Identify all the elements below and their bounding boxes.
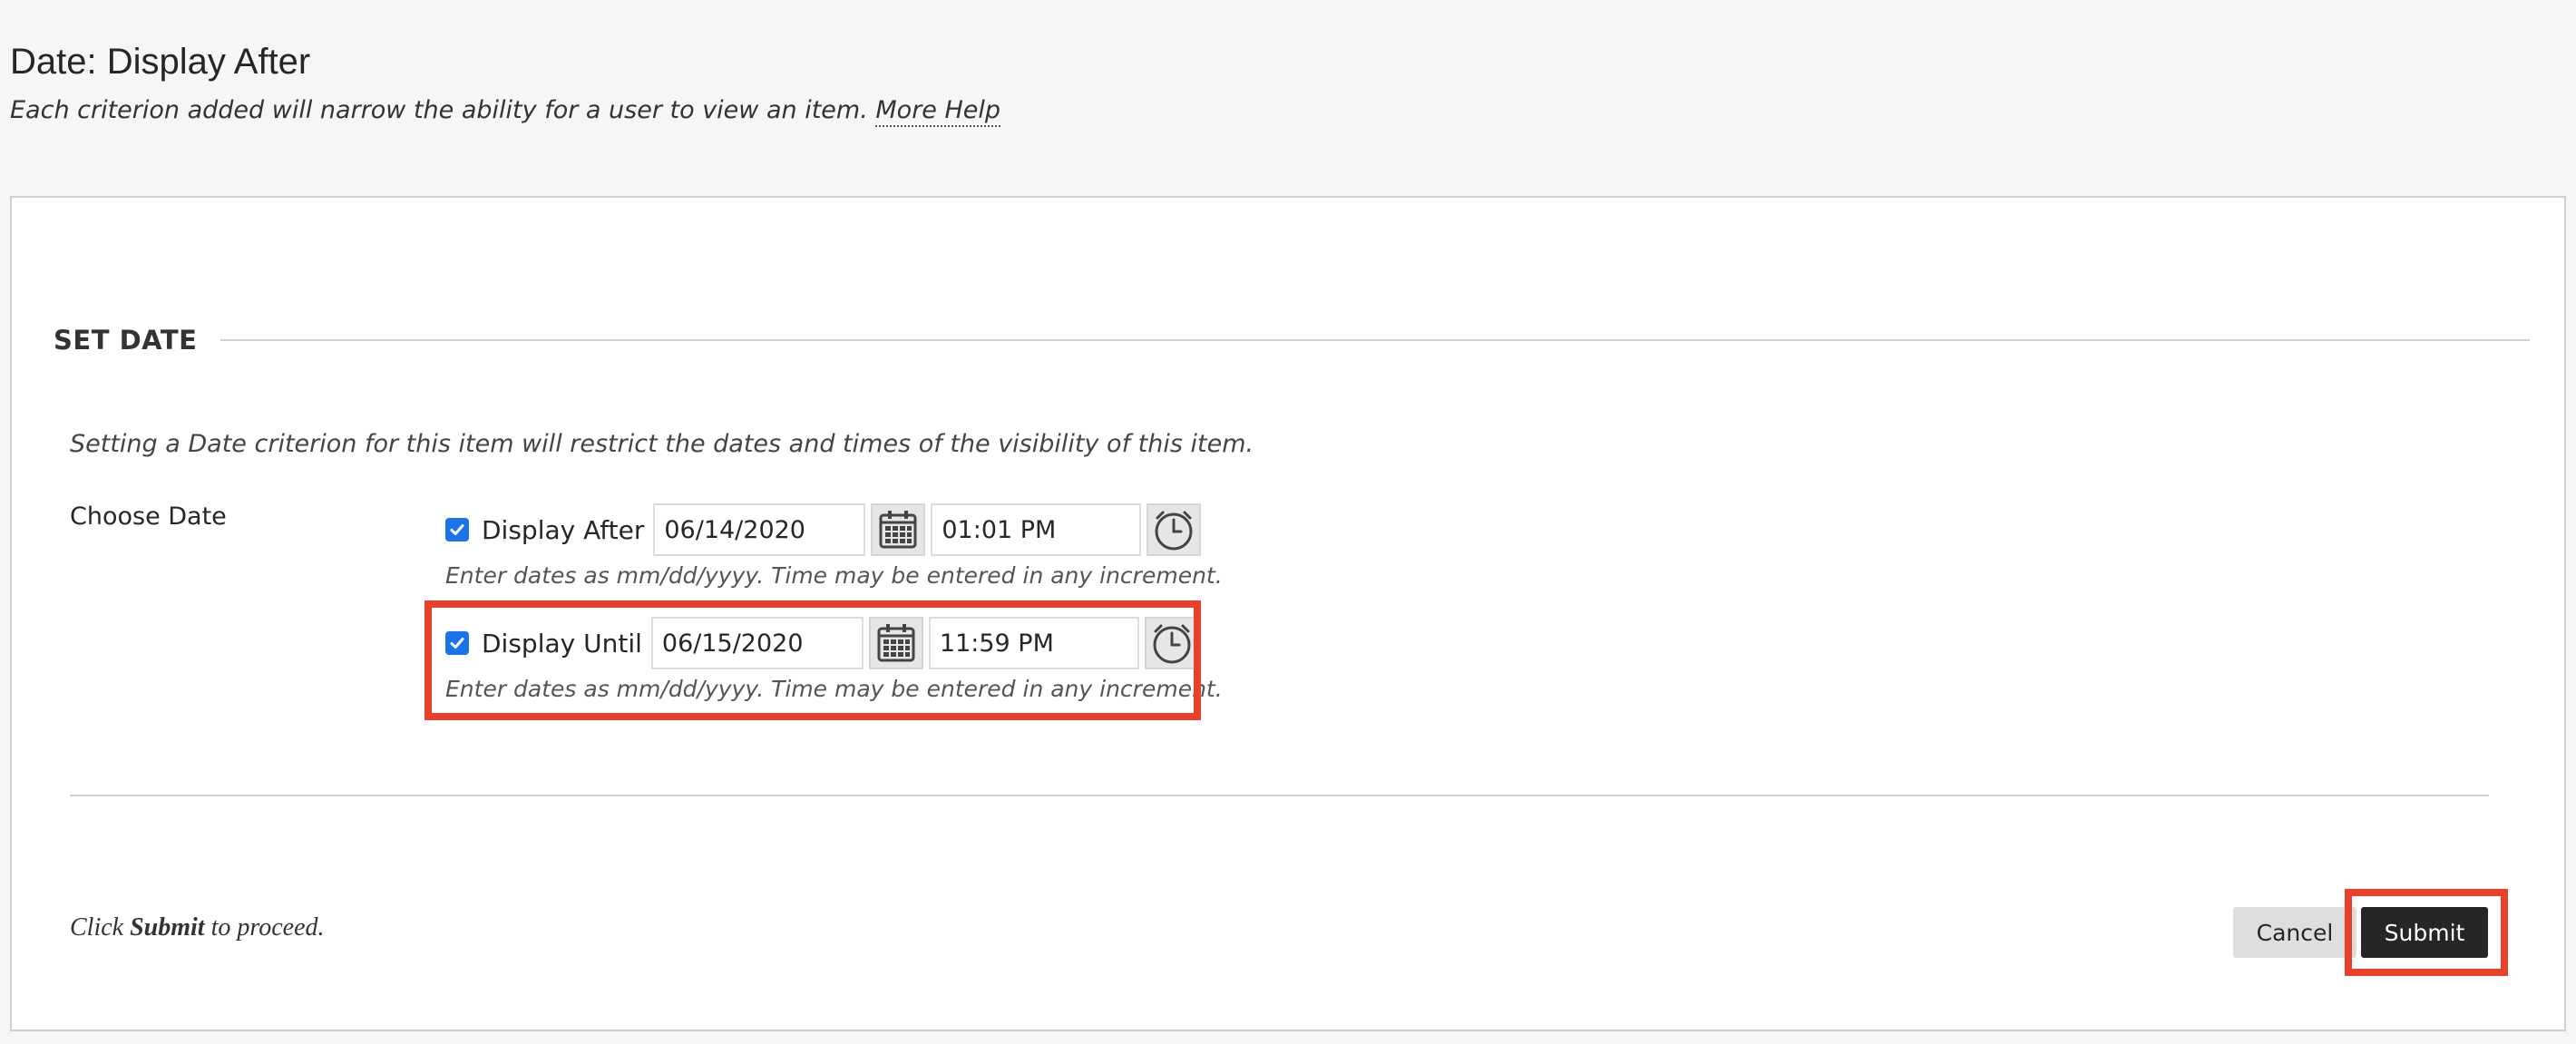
page-title: Date: Display After [10,42,311,82]
display-after-date-input[interactable]: 06/14/2020 [653,503,866,556]
calendar-icon [879,511,917,549]
display-until-calendar-button[interactable] [868,617,923,669]
section-title: SET DATE [54,325,198,356]
display-until-row: Display Until 06/15/2020 11:59 PM [445,617,1205,669]
more-help-link[interactable]: More Help [875,96,1001,127]
section-heading: SET DATE [54,325,2530,356]
display-until-checkbox[interactable] [445,631,469,655]
display-until-clock-button[interactable] [1144,617,1199,669]
proceed-prefix: Click [70,913,124,942]
display-until-date-input[interactable]: 06/15/2020 [650,617,864,669]
page-header: Date: Display After Each criterion added… [10,36,2550,127]
proceed-instruction: Click Submit to proceed. [70,913,325,942]
submit-button[interactable]: Submit [2361,907,2488,958]
clock-icon [1155,511,1193,551]
section-divider [220,339,2530,341]
page-subtitle-text: Each criterion added will narrow the abi… [10,96,868,124]
display-after-label: Display After [482,514,645,545]
cancel-button[interactable]: Cancel [2233,907,2356,958]
section-intro: Setting a Date criterion for this item w… [70,430,1254,458]
display-after-hint: Enter dates as mm/dd/yyyy. Time may be e… [445,562,1223,589]
proceed-bold: Submit [130,913,205,942]
page-subtitle: Each criterion added will narrow the abi… [10,96,2550,127]
display-until-time-input[interactable]: 11:59 PM [928,617,1139,669]
checkmark-icon [450,524,464,535]
checkmark-icon [450,638,464,649]
choose-date-label: Choose Date [70,502,227,531]
display-until-label: Display Until [482,628,642,659]
display-after-calendar-button[interactable] [871,503,926,556]
display-after-time-input[interactable]: 01:01 PM [931,503,1142,556]
proceed-suffix: to proceed. [210,913,325,942]
set-date-panel: SET DATE Setting a Date criterion for th… [10,196,2566,1031]
clock-icon [1153,624,1191,664]
display-until-hint: Enter dates as mm/dd/yyyy. Time may be e… [445,676,1223,702]
display-after-checkbox[interactable] [445,518,469,542]
calendar-icon [877,624,915,662]
footer-divider [70,795,2489,796]
display-after-row: Display After 06/14/2020 01:01 PM [445,503,1206,556]
display-after-clock-button[interactable] [1147,503,1202,556]
